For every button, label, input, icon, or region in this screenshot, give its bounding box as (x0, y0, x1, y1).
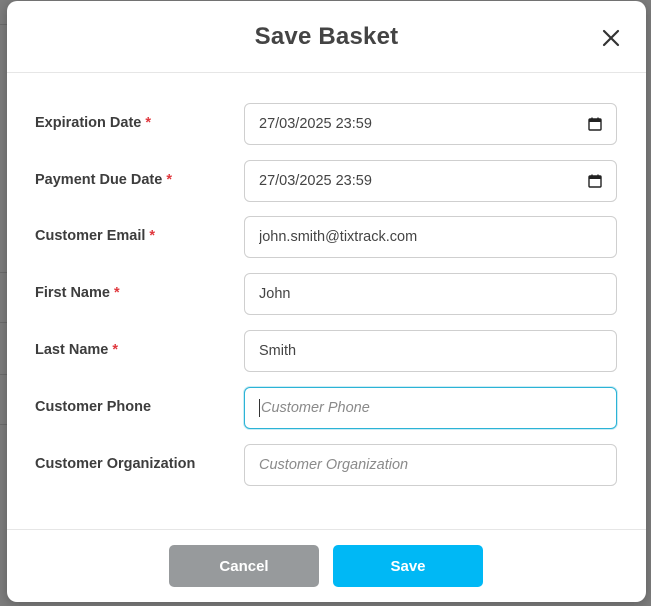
save-button[interactable]: Save (333, 545, 483, 587)
required-marker: * (149, 228, 156, 244)
form-row-first-name: First Name * John (7, 273, 646, 315)
modal-footer: Cancel Save (7, 529, 646, 602)
modal-header: Save Basket (7, 1, 646, 73)
payment-due-date-input[interactable]: 27/03/2025 23:59 (244, 160, 617, 202)
form-row-customer-email: Customer Email * john.smith@tixtrack.com (7, 216, 646, 258)
close-button[interactable] (600, 27, 622, 49)
modal-title: Save Basket (254, 23, 399, 50)
customer-email-input[interactable]: john.smith@tixtrack.com (244, 216, 617, 258)
form-row-customer-phone: Customer Phone Customer Phone (7, 387, 646, 429)
customer-organization-input[interactable]: Customer Organization (244, 444, 617, 486)
required-marker: * (112, 342, 118, 358)
field-placeholder: Customer Organization (259, 457, 409, 473)
required-marker: * (113, 285, 120, 301)
field-value: 27/03/2025 23:59 (259, 116, 372, 132)
first-name-input[interactable]: John (244, 273, 617, 315)
field-value: john.smith@tixtrack.com (259, 229, 418, 245)
cancel-button[interactable]: Cancel (169, 545, 319, 587)
required-marker: * (145, 115, 152, 131)
field-value: Smith (259, 343, 297, 359)
field-label: Customer Phone (35, 399, 152, 415)
field-label: Last Name * (35, 342, 118, 358)
field-label: Expiration Date * (35, 115, 152, 131)
field-label: Payment Due Date * (35, 172, 172, 188)
field-label: First Name * (35, 285, 120, 301)
modal-body: Expiration Date * 27/03/2025 23:59 Paymen… (7, 73, 646, 529)
field-label: Customer Email * (35, 228, 156, 244)
save-basket-modal: Save Basket Expiration Date * 27/03/2025 … (7, 1, 646, 602)
form-row-last-name: Last Name * Smith (7, 330, 646, 372)
field-value: John (259, 286, 291, 302)
customer-phone-input[interactable]: Customer Phone (244, 387, 617, 429)
calendar-icon[interactable] (588, 174, 602, 188)
field-label: Customer Organization (35, 456, 196, 472)
expiration-date-input[interactable]: 27/03/2025 23:59 (244, 103, 617, 145)
form-row-customer-organization: Customer Organization Customer Organizat… (7, 444, 646, 486)
text-caret (259, 399, 260, 417)
last-name-input[interactable]: Smith (244, 330, 617, 372)
field-value: 27/03/2025 23:59 (259, 173, 372, 189)
form-row-expiration-date: Expiration Date * 27/03/2025 23:59 (7, 103, 646, 145)
required-marker: * (166, 172, 172, 188)
close-icon (602, 29, 620, 47)
field-placeholder: Customer Phone (261, 400, 370, 416)
form-row-payment-due-date: Payment Due Date * 27/03/2025 23:59 (7, 160, 646, 202)
calendar-icon[interactable] (588, 117, 602, 131)
